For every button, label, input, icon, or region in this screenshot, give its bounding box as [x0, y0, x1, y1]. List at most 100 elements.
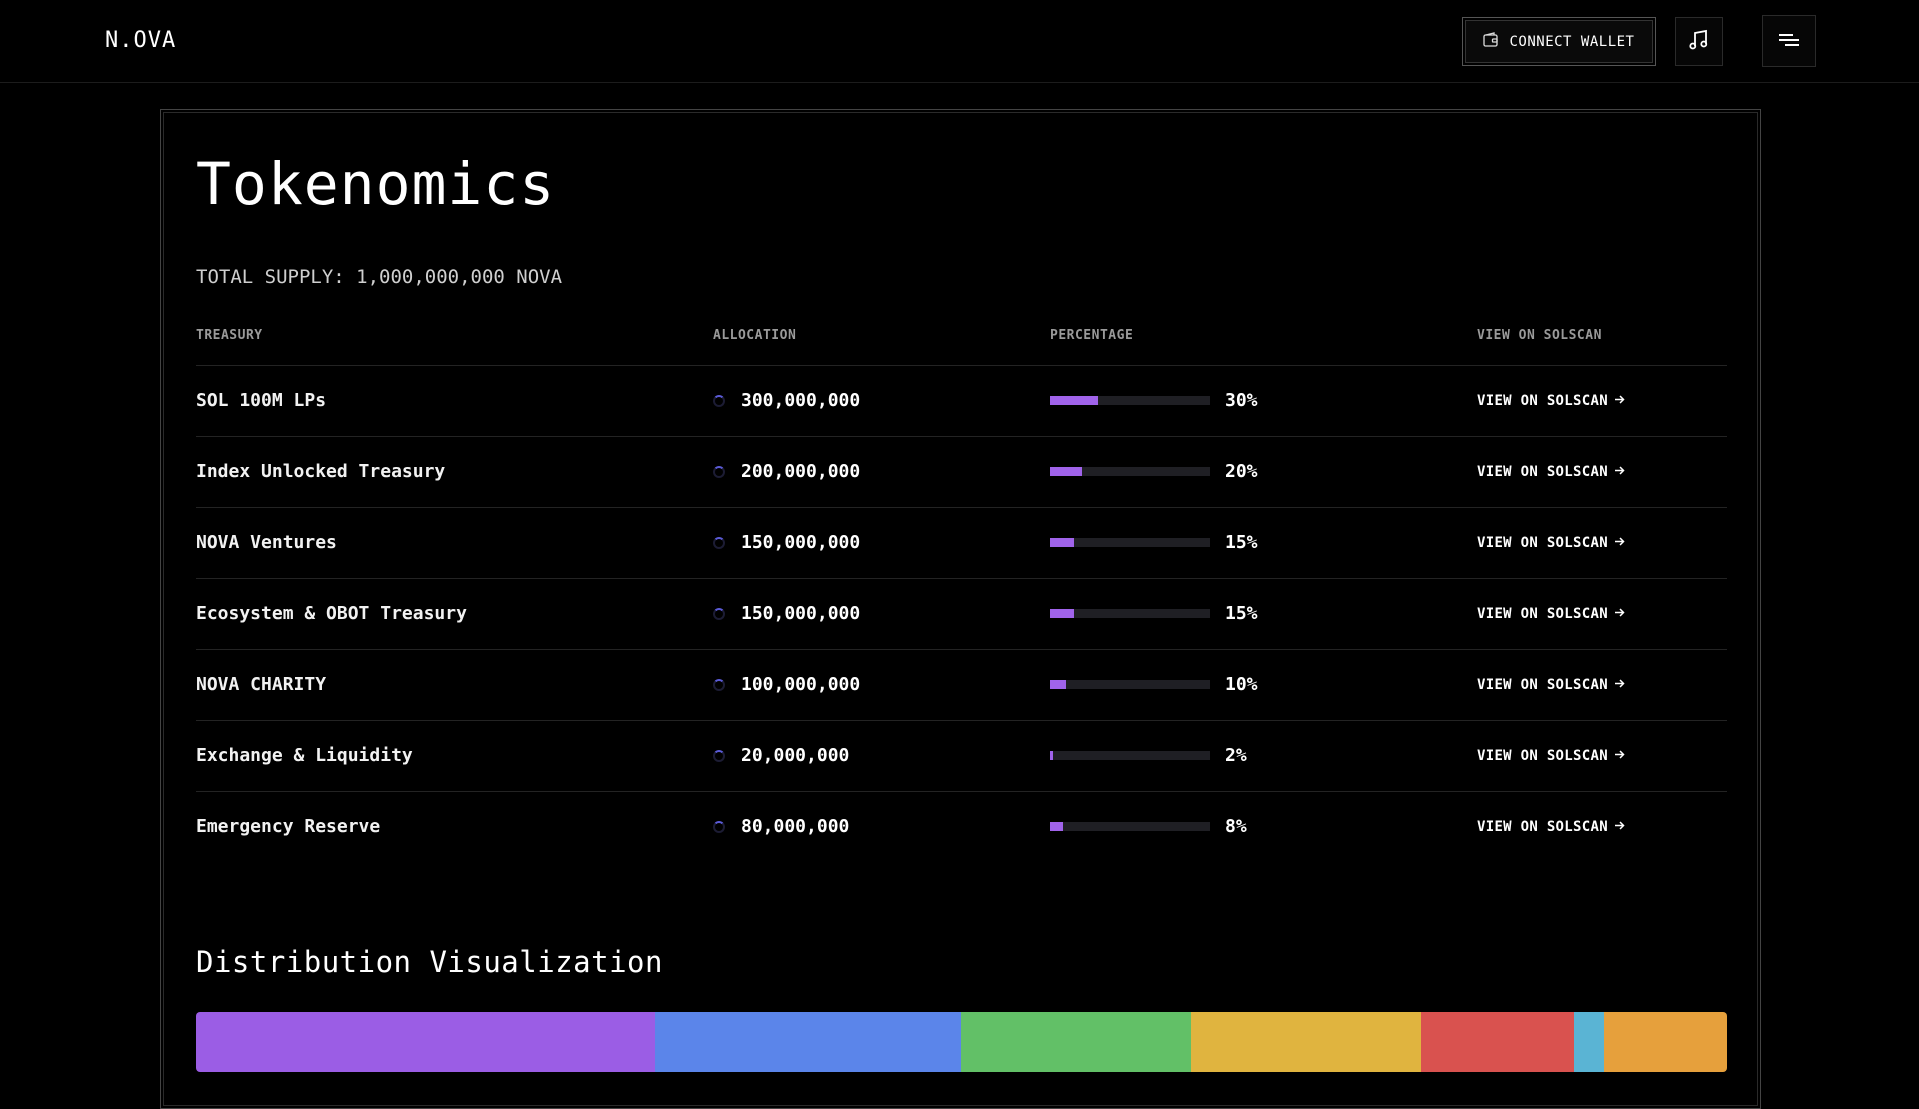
arrow-right-icon	[1614, 606, 1625, 622]
allocation-cell: 20,000,000	[713, 745, 849, 766]
percentage-bar-fill	[1050, 680, 1066, 689]
treasury-name: Emergency Reserve	[196, 816, 381, 837]
percentage-value: 10%	[1225, 674, 1258, 695]
loading-spinner-icon	[713, 394, 725, 407]
distribution-segment	[1191, 1012, 1421, 1072]
loading-spinner-icon	[713, 749, 725, 762]
logo[interactable]: N.OVA	[105, 28, 176, 53]
distribution-bar	[196, 1012, 1727, 1072]
allocation-cell: 80,000,000	[713, 816, 849, 837]
solscan-link-label: VIEW ON SOLSCAN	[1477, 677, 1608, 693]
percentage-cell: 15%	[1050, 603, 1258, 624]
view-on-solscan-link[interactable]: VIEW ON SOLSCAN	[1477, 606, 1625, 622]
percentage-cell: 10%	[1050, 674, 1258, 695]
solscan-link-label: VIEW ON SOLSCAN	[1477, 464, 1608, 480]
treasury-name: NOVA Ventures	[196, 532, 337, 553]
treasury-name: Index Unlocked Treasury	[196, 461, 446, 482]
page-title: Tokenomics	[196, 150, 556, 218]
distribution-segment	[196, 1012, 656, 1072]
solscan-link-label: VIEW ON SOLSCAN	[1477, 606, 1608, 622]
solscan-link-label: VIEW ON SOLSCAN	[1477, 393, 1608, 409]
tokenomics-card: Tokenomics TOTAL SUPPLY: 1,000,000,000 N…	[160, 109, 1761, 1109]
total-supply: TOTAL SUPPLY: 1,000,000,000 NOVA	[196, 266, 563, 288]
loading-spinner-icon	[713, 820, 725, 833]
arrow-right-icon	[1614, 677, 1625, 693]
column-header-percentage: PERCENTAGE	[1050, 328, 1134, 343]
percentage-bar-fill	[1050, 467, 1082, 476]
treasury-name: NOVA CHARITY	[196, 674, 327, 695]
menu-button[interactable]	[1762, 15, 1816, 67]
connect-wallet-button[interactable]: CONNECT WALLET	[1462, 17, 1656, 66]
music-note-icon	[1688, 29, 1710, 55]
allocation-value: 300,000,000	[741, 390, 861, 411]
allocation-value: 200,000,000	[741, 461, 861, 482]
percentage-bar	[1050, 609, 1210, 618]
percentage-bar-fill	[1050, 609, 1074, 618]
loading-spinner-icon	[713, 607, 725, 620]
arrow-right-icon	[1614, 535, 1625, 551]
allocation-cell: 100,000,000	[713, 674, 860, 695]
loading-spinner-icon	[713, 678, 725, 691]
percentage-bar-fill	[1050, 538, 1074, 547]
arrow-right-icon	[1614, 819, 1625, 835]
percentage-cell: 2%	[1050, 745, 1247, 766]
tokenomics-table: TREASURY ALLOCATION PERCENTAGE VIEW ON S…	[196, 310, 1727, 863]
percentage-bar-fill	[1050, 396, 1098, 405]
allocation-cell: 150,000,000	[713, 532, 860, 553]
treasury-name: SOL 100M LPs	[196, 390, 327, 411]
allocation-value: 80,000,000	[741, 816, 850, 837]
distribution-segment	[961, 1012, 1192, 1072]
percentage-value: 20%	[1225, 461, 1258, 482]
percentage-bar	[1050, 822, 1210, 831]
percentage-value: 8%	[1225, 816, 1247, 837]
distribution-segment	[1604, 1012, 1727, 1072]
arrow-right-icon	[1614, 393, 1625, 409]
loading-spinner-icon	[713, 465, 725, 478]
allocation-cell: 200,000,000	[713, 461, 860, 482]
view-on-solscan-link[interactable]: VIEW ON SOLSCAN	[1477, 464, 1625, 480]
table-row: Index Unlocked Treasury 200,000,000 20% …	[196, 437, 1727, 508]
percentage-bar-fill	[1050, 822, 1063, 831]
distribution-segment	[1420, 1012, 1574, 1072]
table-body: SOL 100M LPs 300,000,000 30% VIEW ON SOL…	[196, 366, 1727, 863]
distribution-segment	[655, 1012, 962, 1072]
connect-wallet-label: CONNECT WALLET	[1509, 33, 1635, 50]
percentage-bar	[1050, 467, 1210, 476]
percentage-cell: 8%	[1050, 816, 1247, 837]
allocation-value: 20,000,000	[741, 745, 850, 766]
distribution-title: Distribution Visualization	[196, 945, 663, 979]
menu-icon	[1778, 32, 1800, 51]
table-row: NOVA Ventures 150,000,000 15% VIEW ON SO…	[196, 508, 1727, 579]
percentage-cell: 30%	[1050, 390, 1258, 411]
percentage-value: 30%	[1225, 390, 1258, 411]
percentage-bar-fill	[1050, 751, 1054, 760]
allocation-cell: 300,000,000	[713, 390, 860, 411]
solscan-link-label: VIEW ON SOLSCAN	[1477, 819, 1608, 835]
percentage-bar	[1050, 396, 1210, 405]
loading-spinner-icon	[713, 536, 725, 549]
view-on-solscan-link[interactable]: VIEW ON SOLSCAN	[1477, 535, 1625, 551]
wallet-icon	[1483, 32, 1499, 51]
percentage-cell: 15%	[1050, 532, 1258, 553]
distribution-segment	[1573, 1012, 1605, 1072]
view-on-solscan-link[interactable]: VIEW ON SOLSCAN	[1477, 677, 1625, 693]
column-header-treasury: TREASURY	[196, 328, 263, 343]
allocation-value: 150,000,000	[741, 603, 861, 624]
arrow-right-icon	[1614, 464, 1625, 480]
allocation-value: 150,000,000	[741, 532, 861, 553]
music-toggle-button[interactable]	[1675, 17, 1723, 66]
percentage-bar	[1050, 680, 1210, 689]
table-row: Ecosystem & OBOT Treasury 150,000,000 15…	[196, 579, 1727, 650]
view-on-solscan-link[interactable]: VIEW ON SOLSCAN	[1477, 748, 1625, 764]
table-row: NOVA CHARITY 100,000,000 10% VIEW ON SOL…	[196, 650, 1727, 721]
treasury-name: Ecosystem & OBOT Treasury	[196, 603, 467, 624]
percentage-value: 15%	[1225, 532, 1258, 553]
allocation-value: 100,000,000	[741, 674, 861, 695]
top-navigation-bar: N.OVA CONNECT WALLET	[0, 0, 1919, 83]
view-on-solscan-link[interactable]: VIEW ON SOLSCAN	[1477, 819, 1625, 835]
percentage-bar	[1050, 538, 1210, 547]
percentage-value: 2%	[1225, 745, 1247, 766]
solscan-link-label: VIEW ON SOLSCAN	[1477, 535, 1608, 551]
view-on-solscan-link[interactable]: VIEW ON SOLSCAN	[1477, 393, 1625, 409]
treasury-name: Exchange & Liquidity	[196, 745, 413, 766]
